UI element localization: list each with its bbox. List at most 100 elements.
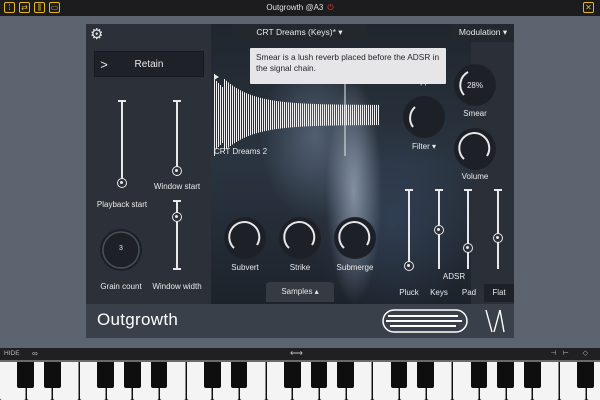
resize-icon[interactable]: ⟷	[290, 348, 303, 359]
brand-logo-icon	[382, 309, 468, 333]
knob-arc	[409, 106, 416, 128]
waveform-bar	[264, 98, 265, 132]
waveform-bar	[238, 89, 239, 141]
tab-pad[interactable]: Pad	[454, 284, 484, 302]
power-icon[interactable]: ⏻	[327, 3, 333, 13]
waveform-bar	[326, 104, 327, 126]
piano-keyboard[interactable]	[0, 360, 600, 400]
waveform-bar	[306, 103, 307, 127]
black-key[interactable]	[390, 360, 408, 388]
waveform-bar	[298, 103, 299, 127]
plugin-window: ⚙ > Retain CRT Dreams (Keys)* ▾ Modulati…	[86, 24, 514, 338]
slider-thumb[interactable]	[493, 233, 503, 243]
black-key[interactable]	[150, 360, 168, 388]
tab-pluck[interactable]: Pluck	[394, 284, 424, 302]
keyboard-top-border	[0, 360, 600, 362]
waveform-bar	[220, 85, 221, 145]
slider-thumb[interactable]	[172, 212, 182, 222]
black-key[interactable]	[124, 360, 141, 388]
black-key[interactable]	[310, 360, 328, 388]
slider-thumb[interactable]	[172, 166, 182, 176]
waveform-bar	[254, 96, 255, 134]
sample-name: CRT Dreams 2	[214, 147, 268, 156]
loop-icon[interactable]: ∞	[32, 349, 38, 358]
waveform-bar	[262, 98, 263, 132]
sample-waveform[interactable]	[214, 74, 386, 156]
volume-knob[interactable]	[454, 128, 496, 170]
waveform-bar	[346, 104, 347, 126]
window-start-slider[interactable]	[171, 100, 183, 176]
window-width-slider[interactable]	[171, 200, 183, 270]
waveform-bar	[218, 83, 219, 147]
knob-arc	[338, 221, 371, 249]
waveform-bar	[360, 104, 361, 126]
tab-flat[interactable]: Flat	[484, 284, 514, 302]
developer-logo-icon	[485, 309, 505, 333]
filter-dropdown[interactable]: Filter ▾	[400, 142, 448, 151]
close-icon[interactable]: ✕	[583, 2, 594, 13]
black-key[interactable]	[230, 360, 248, 388]
waveform-bar	[222, 87, 223, 143]
slider-thumb[interactable]	[404, 261, 414, 271]
black-key[interactable]	[470, 360, 488, 388]
retain-button[interactable]: > Retain	[94, 51, 204, 77]
host-right-icons[interactable]: ⊣⊢ ◇	[550, 349, 594, 357]
subvert-label: Subvert	[231, 263, 259, 272]
modulation-dropdown[interactable]: Modulation ▾	[452, 24, 514, 42]
waveform-bar	[278, 101, 279, 129]
strike-knob[interactable]	[279, 217, 321, 259]
slider-thumb[interactable]	[463, 243, 473, 253]
adsr-release-slider[interactable]	[492, 189, 504, 269]
waveform-bar	[330, 104, 331, 126]
black-key[interactable]	[337, 360, 354, 388]
waveform-bar	[320, 104, 321, 126]
waveform-bar	[304, 103, 305, 127]
black-key[interactable]	[44, 360, 61, 388]
subvert-knob[interactable]	[224, 217, 266, 259]
waveform-bar	[352, 104, 353, 126]
slider-cap	[494, 189, 502, 191]
waveform-bar	[236, 88, 237, 142]
black-key[interactable]	[17, 360, 34, 388]
submerge-label: Submerge	[336, 263, 374, 272]
slider-thumb[interactable]	[434, 225, 444, 235]
gear-icon[interactable]: ⚙	[90, 27, 106, 43]
slider-track	[467, 189, 469, 269]
black-key[interactable]	[524, 360, 541, 388]
grain-count-knob[interactable]: 3	[100, 229, 142, 271]
host-titlebar: ⁞ ⇄ ⫼ ▭ Outgrowth @A3 ⏻ ✕	[0, 0, 600, 16]
waveform-bar	[308, 103, 309, 127]
waveform-bar	[314, 103, 315, 127]
samples-tab[interactable]: Samples ▴	[266, 282, 334, 302]
tab-keys[interactable]: Keys	[424, 284, 454, 302]
preset-selector[interactable]: CRT Dreams (Keys)* ▾	[232, 24, 367, 42]
waveform-bar	[300, 103, 301, 127]
black-key[interactable]	[417, 360, 434, 388]
black-key[interactable]	[497, 360, 514, 388]
adsr-attack-slider[interactable]	[403, 189, 415, 271]
black-key[interactable]	[284, 360, 301, 388]
waveform-bar	[268, 99, 269, 131]
black-key[interactable]	[204, 360, 221, 388]
waveform-bar	[340, 104, 341, 126]
knob-arc	[283, 221, 316, 249]
knob-arc	[458, 132, 491, 160]
waveform-bar	[328, 104, 329, 126]
waveform-bar	[332, 104, 333, 126]
adsr-sustain-slider[interactable]	[462, 189, 474, 269]
smear-knob[interactable]: 28%	[454, 64, 496, 106]
black-key[interactable]	[577, 360, 594, 388]
grain-count-label: Grain count	[100, 282, 142, 291]
adsr-preset-tabs: Pluck Keys Pad Flat	[394, 284, 514, 302]
waveform-bar	[336, 104, 337, 126]
waveform-bar	[368, 104, 369, 126]
waveform-bar	[358, 104, 359, 126]
waveform-bar	[250, 94, 251, 136]
adsr-decay-slider[interactable]	[433, 189, 445, 269]
slider-thumb[interactable]	[117, 178, 127, 188]
hide-keyboard-button[interactable]: HIDE	[4, 350, 20, 357]
black-key[interactable]	[97, 360, 114, 388]
playback-start-slider[interactable]	[116, 100, 128, 188]
submerge-knob[interactable]	[334, 217, 376, 259]
filter-knob[interactable]	[403, 96, 445, 138]
